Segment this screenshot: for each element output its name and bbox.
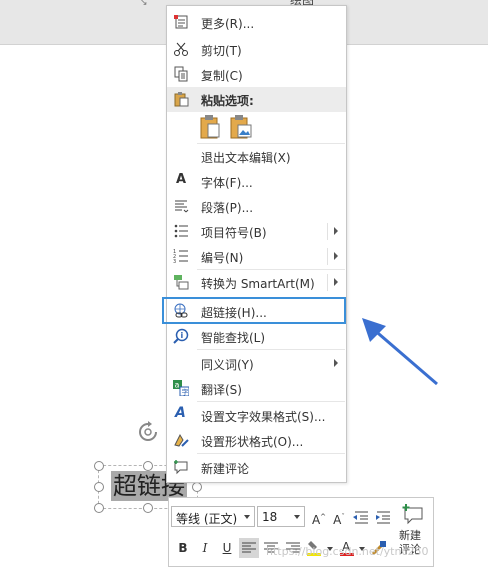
menu-item-format-shape[interactable]: 设置形状格式(O)...: [167, 428, 346, 453]
paragraph-icon: [175, 200, 189, 213]
menu-item-text-effects[interactable]: A 设置文字效果格式(S)...: [167, 403, 346, 428]
resize-handle[interactable]: [143, 503, 153, 513]
menu-item-copy[interactable]: 复制(C): [167, 62, 346, 87]
resize-handle[interactable]: [192, 482, 202, 492]
shrink-font-icon[interactable]: Aˇ: [329, 507, 349, 527]
paste-icon: [174, 92, 189, 107]
menu-item-smart-lookup[interactable]: i 智能查找(L): [167, 324, 346, 349]
pointer-arrow-icon: [362, 318, 438, 386]
watermark: https://blog.csdn.net/ytnc250: [266, 545, 429, 558]
paste-options-header: 粘贴选项:: [167, 87, 346, 112]
align-left-icon[interactable]: [239, 538, 259, 558]
new-comment-icon: [174, 460, 188, 475]
copy-icon: [174, 66, 188, 82]
font-name-select[interactable]: 等线 (正文): [171, 506, 255, 527]
menu-item-bullets[interactable]: 项目符号(B): [167, 219, 346, 244]
smartart-icon: [174, 275, 189, 290]
scissors-icon: [174, 42, 188, 56]
numbering-icon: 123: [173, 249, 188, 264]
resize-handle[interactable]: [94, 503, 104, 513]
menu-item-cut[interactable]: 剪切(T): [167, 37, 346, 62]
hyperlink-highlight-box: [162, 297, 346, 324]
context-menu: 更多(R)... 剪切(T) 复制(C) 粘贴选项: 退出文本编辑(X) A 字…: [166, 5, 347, 483]
submenu-arrow-icon[interactable]: [334, 227, 338, 235]
dialog-launcher-icon[interactable]: ↘: [140, 0, 148, 8]
svg-text:字: 字: [182, 388, 189, 397]
menu-item-font[interactable]: A 字体(F)...: [167, 169, 346, 194]
menu-separator: [197, 453, 345, 454]
menu-item-paragraph[interactable]: 段落(P)...: [167, 194, 346, 219]
svg-text:3: 3: [173, 259, 176, 264]
menu-item-synonyms[interactable]: 同义词(Y): [167, 351, 346, 376]
font-icon: A: [176, 172, 187, 187]
dropdown-icon: [294, 515, 300, 519]
new-comment-icon: [402, 504, 423, 525]
text-effects-icon: A: [175, 405, 186, 421]
underline-button[interactable]: U: [217, 538, 237, 558]
resize-handle[interactable]: [94, 482, 104, 492]
svg-text:a: a: [175, 381, 180, 390]
menu-item-translate[interactable]: a字 翻译(S): [167, 376, 346, 401]
paste-picture-icon[interactable]: [229, 115, 253, 139]
split-separator: [327, 223, 328, 240]
resize-handle[interactable]: [94, 461, 104, 471]
split-separator: [327, 248, 328, 265]
paste-keep-source-icon[interactable]: [199, 115, 221, 139]
font-size-select[interactable]: 18: [257, 506, 305, 527]
translate-icon: a字: [173, 380, 189, 396]
svg-text:i: i: [181, 331, 184, 340]
menu-item-new-comment[interactable]: 新建评论: [167, 455, 346, 480]
split-separator: [327, 274, 328, 291]
submenu-arrow-icon[interactable]: [334, 359, 338, 367]
smart-lookup-icon: i: [173, 328, 189, 344]
decrease-indent-icon[interactable]: [351, 507, 371, 527]
menu-item-more[interactable]: 更多(R)...: [167, 10, 346, 35]
submenu-arrow-icon[interactable]: [334, 252, 338, 260]
format-shape-icon: [174, 433, 189, 447]
more-icon: [174, 15, 188, 29]
bold-button[interactable]: B: [173, 538, 193, 558]
menu-item-exit-text-edit[interactable]: 退出文本编辑(X): [167, 144, 346, 169]
increase-indent-icon[interactable]: [373, 507, 393, 527]
grow-font-icon[interactable]: A^: [309, 507, 329, 527]
bullets-icon: [174, 224, 188, 238]
resize-handle[interactable]: [143, 461, 153, 471]
menu-item-convert-smartart[interactable]: 转换为 SmartArt(M): [167, 270, 346, 295]
dropdown-icon: [244, 515, 250, 519]
submenu-arrow-icon[interactable]: [334, 278, 338, 286]
menu-separator: [197, 401, 345, 402]
italic-button[interactable]: I: [195, 538, 215, 558]
menu-item-numbering[interactable]: 123 编号(N): [167, 244, 346, 269]
menu-separator: [197, 349, 345, 350]
rotate-handle-icon[interactable]: [137, 421, 159, 443]
